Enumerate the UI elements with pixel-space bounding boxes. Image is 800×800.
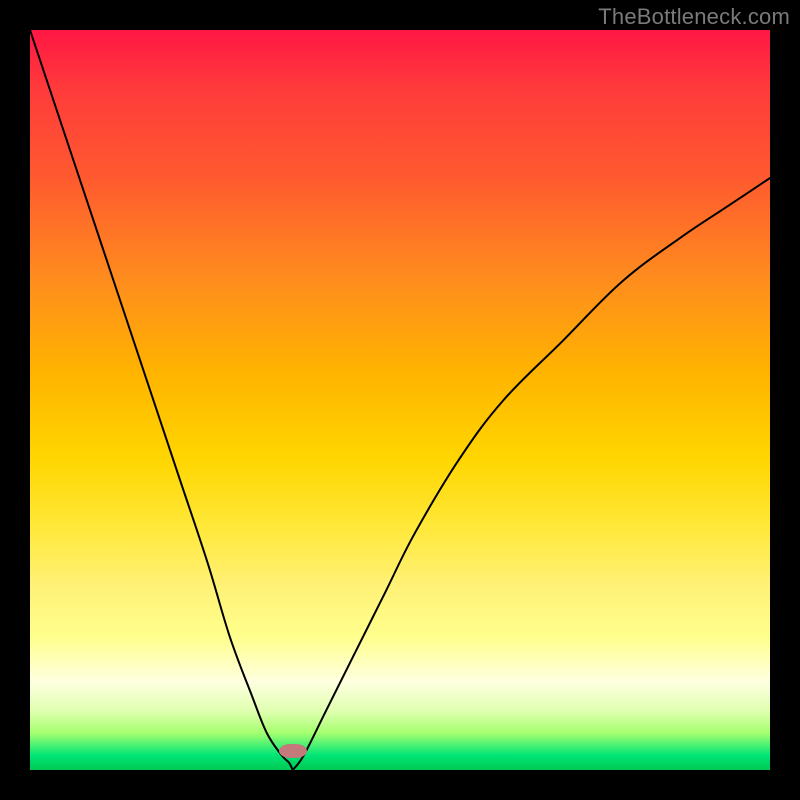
bottleneck-curve: [30, 30, 770, 770]
plot-area: [30, 30, 770, 770]
optimal-point-marker: [279, 744, 307, 758]
curve-left-branch: [30, 30, 293, 770]
chart-frame: TheBottleneck.com: [0, 0, 800, 800]
watermark-text: TheBottleneck.com: [598, 4, 790, 30]
curve-right-branch: [293, 178, 770, 770]
